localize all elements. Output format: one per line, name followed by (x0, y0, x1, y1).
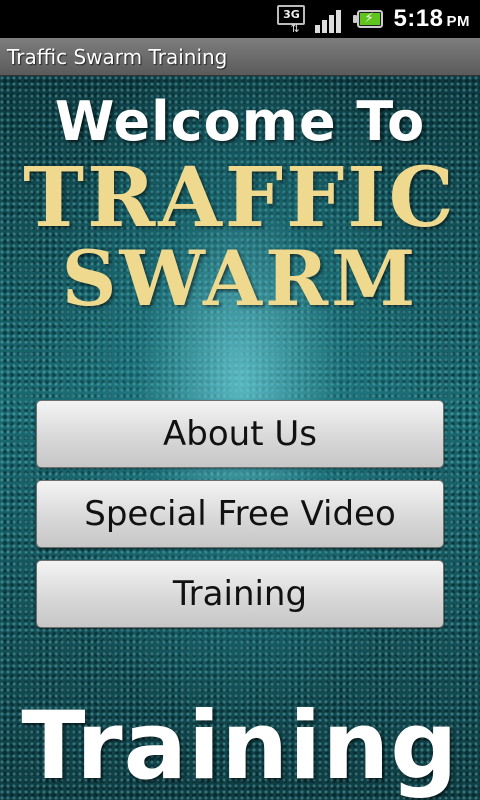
about-us-button[interactable]: About Us (36, 400, 444, 468)
status-bar: 3G ⇅ ⚡ 5:18 PM (0, 0, 480, 38)
special-free-video-label: Special Free Video (84, 494, 396, 534)
signal-strength-icon (315, 5, 345, 33)
status-clock: 5:18 PM (393, 5, 470, 33)
special-free-video-button[interactable]: Special Free Video (36, 480, 444, 548)
traffic-logo-text: TRAFFIC (23, 150, 457, 246)
training-button[interactable]: Training (36, 560, 444, 628)
clock-time: 5:18 (393, 5, 444, 32)
battery-charging-icon: ⚡ (353, 8, 385, 30)
data-activity-arrows: ⇅ (290, 22, 300, 35)
about-us-label: About Us (163, 414, 317, 454)
app-title: Traffic Swarm Training (7, 44, 228, 69)
clock-ampm: PM (446, 13, 470, 30)
app-screen: 3G ⇅ ⚡ 5:18 PM Traffic Swarm Training Wel… (0, 0, 480, 800)
main-content: Welcome To TRAFFIC SWARM About Us Specia… (0, 76, 480, 800)
training-footer-banner: Training (21, 692, 459, 800)
swarm-logo-text: SWARM (61, 234, 419, 323)
3g-network-icon: 3G ⇅ (277, 4, 307, 34)
welcome-heading: Welcome To (54, 90, 426, 153)
app-title-bar: Traffic Swarm Training (0, 38, 480, 76)
training-label: Training (172, 574, 308, 614)
